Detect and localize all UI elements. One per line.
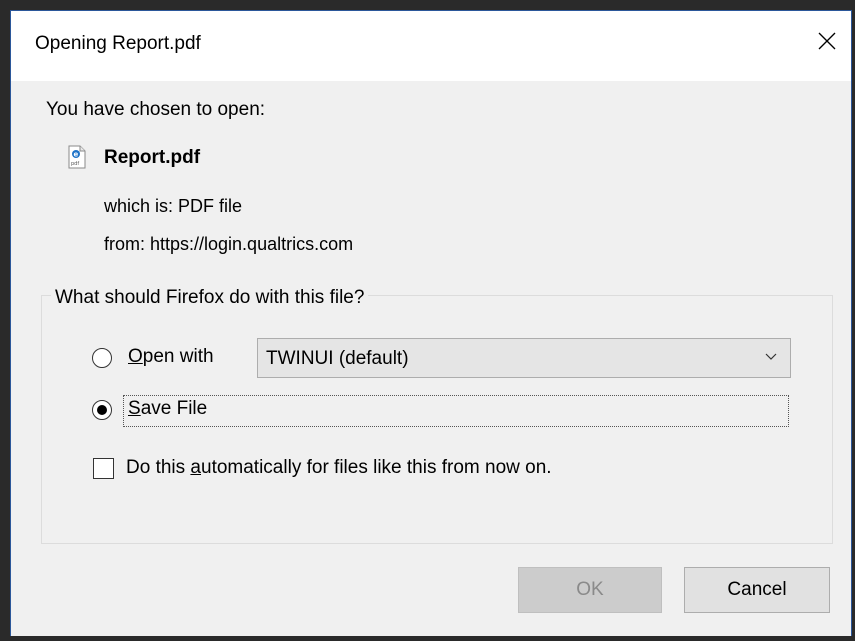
save-file-radio[interactable] <box>92 400 112 420</box>
cancel-button[interactable]: Cancel <box>684 567 830 613</box>
auto-action-checkbox[interactable] <box>93 458 114 479</box>
open-with-label-rest: pen with <box>142 346 214 367</box>
svg-text:e: e <box>74 151 79 159</box>
auto-action-label-pre: Do this <box>126 457 191 478</box>
open-with-accel: O <box>128 346 143 367</box>
auto-action-label[interactable]: Do this automatically for files like thi… <box>126 457 552 479</box>
open-with-app-value: TWINUI (default) <box>266 348 409 369</box>
open-with-label[interactable]: Open with <box>128 346 214 368</box>
open-with-app-select[interactable]: TWINUI (default) <box>257 338 791 378</box>
open-with-radio[interactable] <box>92 348 112 368</box>
file-type: which is: PDF file <box>104 196 243 216</box>
close-icon <box>818 32 836 50</box>
pdf-file-icon: e pdf <box>67 145 87 169</box>
file-source: from: https://login.qualtrics.com <box>104 234 354 254</box>
title-bar: Opening Report.pdf <box>11 11 851 81</box>
save-file-label-rest: ave File <box>140 398 208 419</box>
file-name: Report.pdf <box>104 147 201 168</box>
chosen-label: You have chosen to open: <box>46 99 266 120</box>
save-file-accel: S <box>128 398 141 419</box>
auto-action-label-post: utomatically for files like this from no… <box>201 457 552 478</box>
save-file-focus-outline <box>123 395 789 427</box>
svg-text:pdf: pdf <box>71 161 79 167</box>
ok-button[interactable]: OK <box>518 567 662 613</box>
close-button[interactable] <box>803 21 851 61</box>
chevron-down-icon <box>765 353 777 360</box>
open-file-dialog: Opening Report.pdf You have chosen to op… <box>10 10 852 636</box>
save-file-label[interactable]: Save File <box>128 398 207 420</box>
auto-action-accel: a <box>190 457 201 478</box>
dialog-title: Opening Report.pdf <box>35 33 201 54</box>
action-group-legend: What should Firefox do with this file? <box>51 287 369 309</box>
